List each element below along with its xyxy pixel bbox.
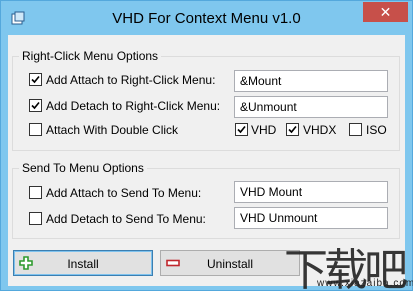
attach-send-to-label: Add Attach to Send To Menu: [46,186,202,200]
right-click-options-group: Right-Click Menu Options Add Attach to R… [12,49,400,151]
checkmark-icon [237,125,246,134]
checkmark-icon [31,75,40,84]
vhd-checkbox[interactable] [235,123,248,136]
group-legend-right-click: Right-Click Menu Options [19,49,162,63]
uninstall-button[interactable]: Uninstall [160,250,300,276]
attach-send-to-field[interactable]: VHD Mount [234,181,388,203]
title-bar[interactable]: VHD For Context Menu v1.0 ✕ [1,1,412,35]
vhd-label: VHD [251,123,277,137]
install-button[interactable]: Install [13,250,153,276]
checkmark-icon [288,125,297,134]
detach-right-click-checkbox[interactable] [29,99,42,112]
iso-label: ISO [366,123,387,137]
app-window: VHD For Context Menu v1.0 ✕ Right-Click … [0,0,413,291]
install-label: Install [67,257,99,271]
vhdx-label: VHDX [303,123,337,137]
checkmark-icon [31,101,40,110]
detach-right-click-label: Add Detach to Right-Click Menu: [46,99,221,113]
window-title: VHD For Context Menu v1.0 [112,10,301,27]
uninstall-label: Uninstall [206,257,254,271]
attach-send-to-checkbox[interactable] [29,186,42,199]
attach-right-click-label: Add Attach to Right-Click Menu: [46,73,216,87]
close-icon: ✕ [379,4,392,20]
send-to-options-group: Send To Menu Options Add Attach to Send … [12,161,400,239]
detach-send-to-label: Add Detach to Send To Menu: [46,212,206,226]
close-button[interactable]: ✕ [363,2,408,22]
attach-right-click-checkbox[interactable] [29,73,42,86]
detach-send-to-field[interactable]: VHD Unmount [234,207,388,229]
detach-send-to-checkbox[interactable] [29,212,42,225]
detach-right-click-field[interactable]: &Unmount [234,96,388,118]
vhdx-checkbox[interactable] [286,123,299,136]
double-click-checkbox[interactable] [29,123,42,136]
group-legend-send-to: Send To Menu Options [19,161,147,175]
attach-right-click-field[interactable]: &Mount [234,70,388,92]
iso-checkbox[interactable] [349,123,362,136]
double-click-label: Attach With Double Click [46,123,179,137]
watermark-url: www.xiazaiba.com [317,278,413,289]
